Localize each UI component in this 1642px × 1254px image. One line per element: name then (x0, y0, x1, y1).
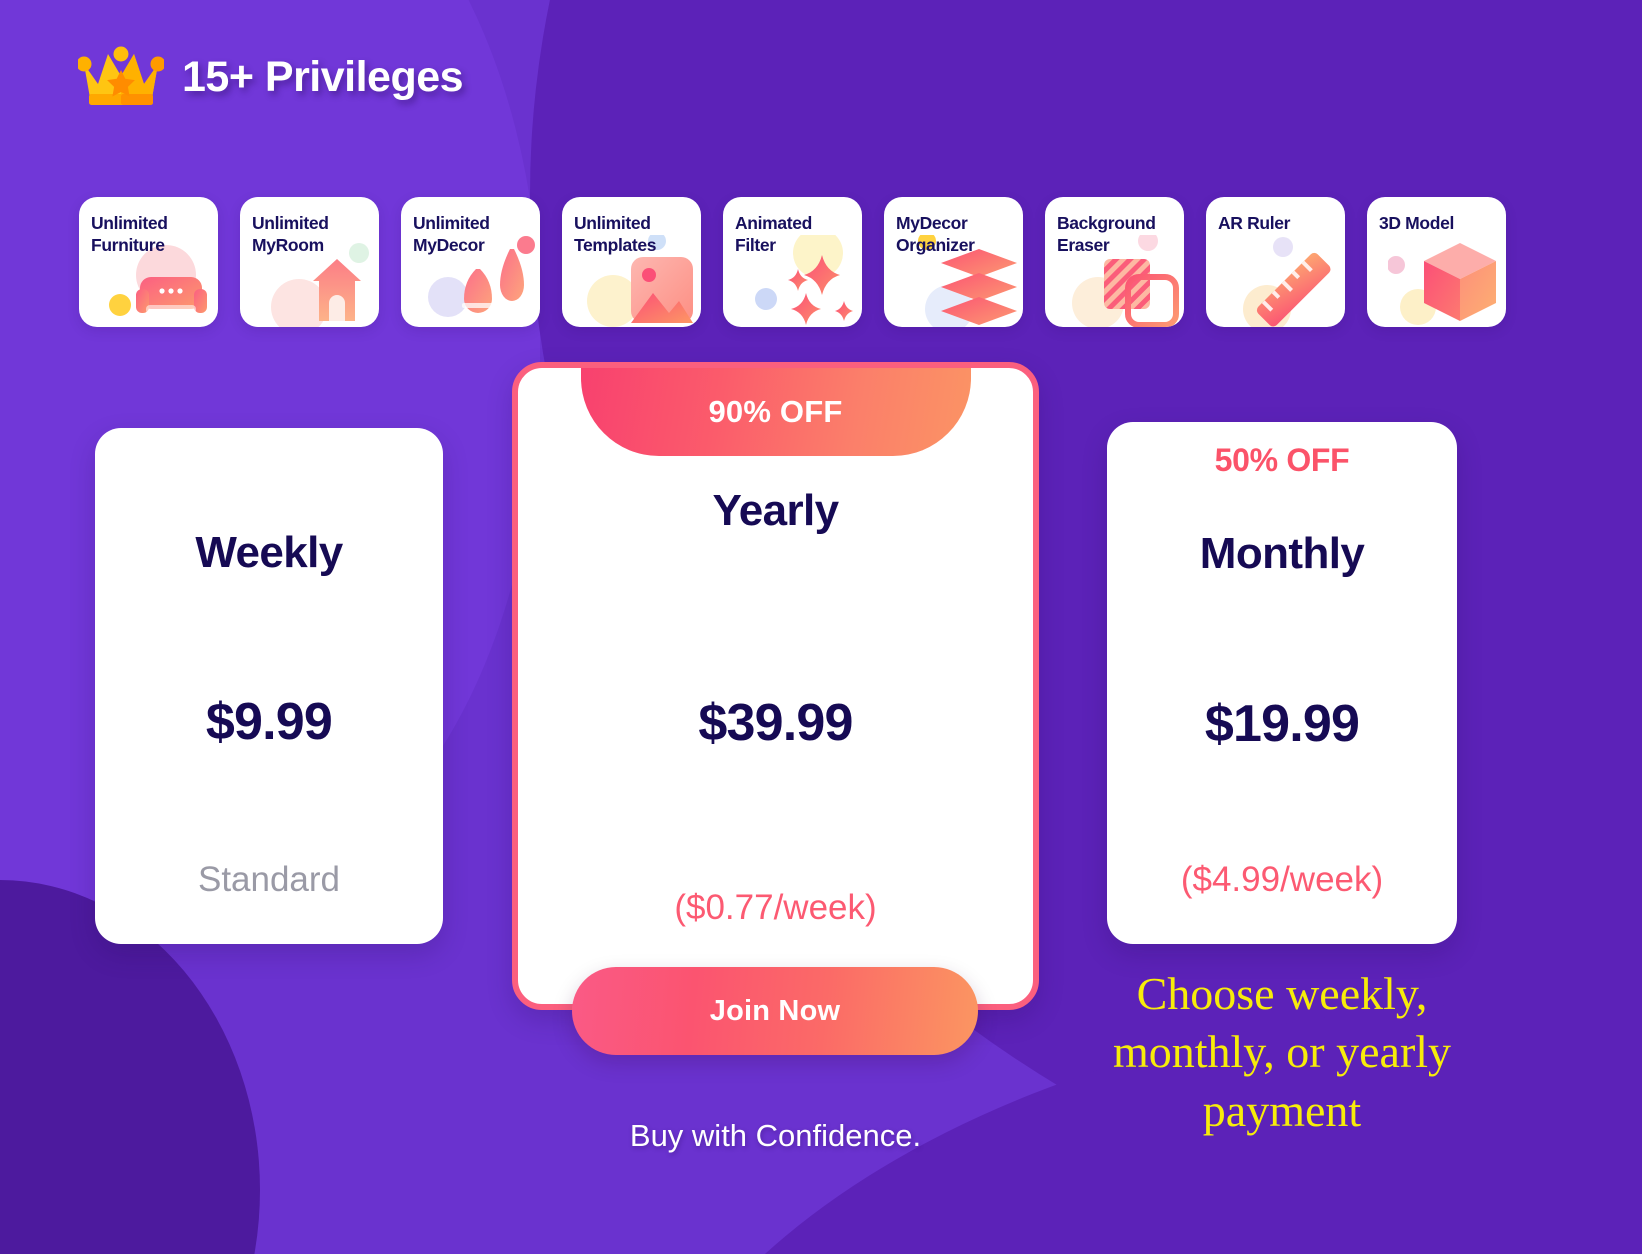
feature-card-unlimited-templates[interactable]: Unlimited Templates (562, 197, 701, 327)
plan-card-monthly[interactable]: 50% OFF Monthly $19.99 ($4.99/week) (1107, 422, 1457, 944)
plan-yearly-badge: 90% OFF (708, 394, 843, 429)
plan-weekly-name: Weekly (195, 528, 343, 577)
feature-card-unlimited-furniture[interactable]: Unlimited Furniture (79, 197, 218, 327)
plan-card-weekly[interactable]: Weekly $9.99 Standard (95, 428, 443, 944)
feature-card-animated-filter[interactable]: Animated Filter (723, 197, 862, 327)
feature-card-label: 3D Model (1379, 213, 1454, 233)
plan-weekly-price: $9.99 (205, 693, 333, 751)
feature-card-label: AR Ruler (1218, 213, 1291, 233)
buy-with-confidence-text: Buy with Confidence. (629, 1118, 922, 1153)
plan-yearly-sub: ($0.77/week) (674, 888, 877, 927)
feature-chip-list: Unlimited Furniture Unlimited MyRoom Unl… (79, 197, 1506, 327)
feature-card-mydecor-organizer[interactable]: MyDecor Organizer (884, 197, 1023, 327)
join-now-button[interactable]: Join Now (572, 967, 978, 1055)
feature-card-label: Unlimited Furniture (91, 213, 168, 255)
plan-yearly-discount-ribbon: 90% OFF (580, 368, 971, 456)
feature-card-unlimited-mydecor[interactable]: Unlimited MyDecor (401, 197, 540, 327)
plan-yearly-price: $39.99 (698, 694, 853, 752)
feature-card-label: Animated Filter (735, 213, 812, 255)
crown-icon (78, 46, 164, 108)
choose-payment-text: Choose weekly, monthly, or yearly paymen… (1112, 968, 1452, 1136)
feature-card-label: Unlimited MyRoom (252, 213, 329, 255)
feature-card-label: Background Eraser (1057, 213, 1156, 255)
plan-yearly-name: Yearly (712, 486, 839, 535)
feature-card-label: MyDecor Organizer (896, 213, 975, 255)
feature-card-unlimited-myroom[interactable]: Unlimited MyRoom (240, 197, 379, 327)
cube-icon (1388, 243, 1496, 325)
feature-card-3d-model[interactable]: 3D Model (1367, 197, 1506, 327)
plan-monthly-badge: 50% OFF (1214, 442, 1350, 478)
plan-monthly-price: $19.99 (1204, 695, 1360, 753)
feature-card-label: Unlimited Templates (574, 213, 657, 255)
feature-card-label: Unlimited MyDecor (413, 213, 490, 255)
plan-monthly-sub: ($4.99/week) (1180, 860, 1384, 899)
plan-weekly-sub: Standard (197, 860, 341, 899)
ruler-icon (1243, 237, 1331, 327)
plan-card-yearly[interactable]: 90% OFF Yearly $39.99 ($0.77/week) (512, 362, 1039, 1010)
page-title: 15+ Privileges (182, 52, 464, 101)
page-header: 15+ Privileges (78, 46, 464, 108)
plan-monthly-name: Monthly (1199, 529, 1365, 578)
feature-card-ar-ruler[interactable]: AR Ruler (1206, 197, 1345, 327)
paywall-screen: 15+ Privileges Unlimited Furniture Unlim… (0, 0, 1642, 1254)
feature-card-background-eraser[interactable]: Background Eraser (1045, 197, 1184, 327)
